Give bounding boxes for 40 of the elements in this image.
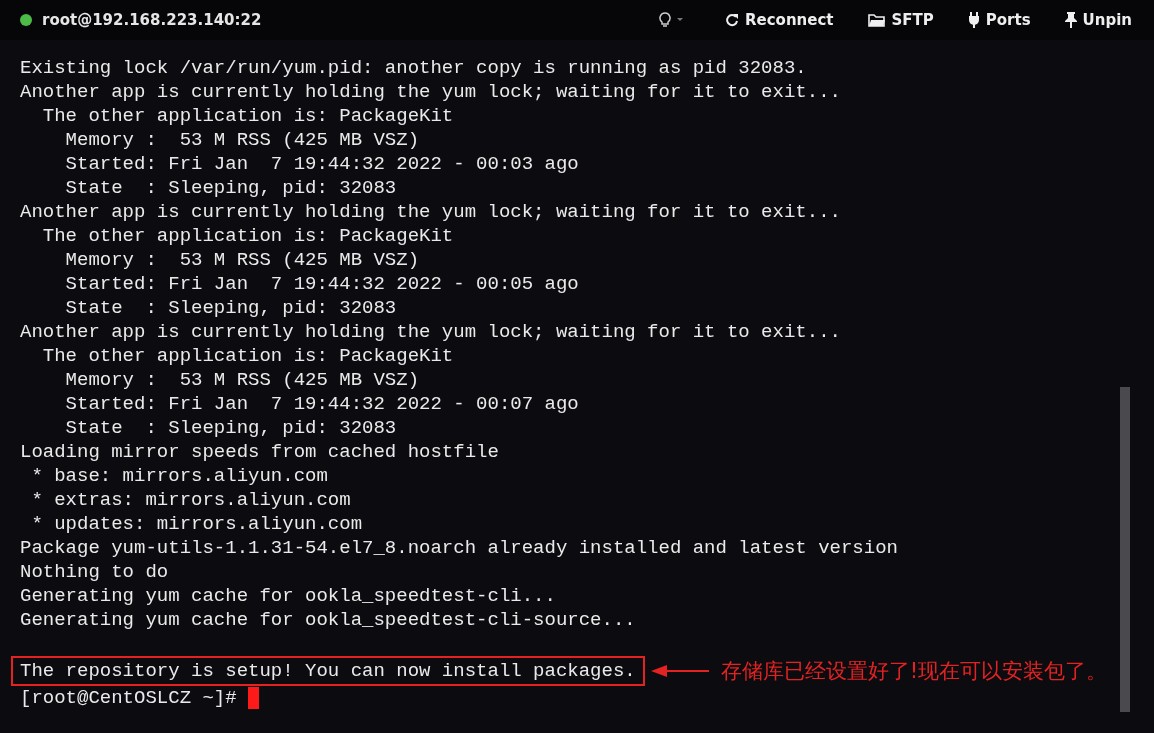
terminal-line: Started: Fri Jan 7 19:44:32 2022 - 00:07 ago: [64, 392, 580, 416]
terminal-line: Generating yum cache for ookla_speedtest-cli...: [20, 584, 557, 608]
terminal-line: The other application is: PackageKit: [41, 104, 455, 128]
refresh-icon: [725, 13, 739, 27]
arrow-icon: [650, 664, 711, 678]
shell-prompt: [root@CentOSLCZ ~]#: [20, 686, 237, 710]
hint-dropdown[interactable]: [659, 12, 685, 28]
terminal-line: Memory : 53 M RSS (425 MB VSZ): [64, 368, 421, 392]
terminal-line: Another app is currently holding the yum lock; waiting for it to exit...: [20, 320, 842, 344]
toolbar-button[interactable]: Ports: [967, 11, 1031, 29]
terminal-line: Another app is currently holding the yum lock; waiting for it to exit...: [20, 80, 842, 104]
terminal-line: Existing lock /var/run/yum.pid: another copy is running as pid 32083.: [20, 56, 808, 80]
toolbar-button[interactable]: Reconnect: [725, 11, 834, 29]
terminal-line: Loading mirror speeds from cached hostfile: [20, 440, 500, 464]
plug-icon: [967, 12, 980, 28]
terminal-line: The other application is: PackageKit: [41, 344, 455, 368]
terminal-line: Package yum-utils-1.1.31-54.el7_8.noarch already installed and latest version: [20, 536, 899, 560]
pin-icon: [1064, 12, 1077, 28]
terminal-line: Memory : 53 M RSS (425 MB VSZ): [64, 128, 421, 152]
toolbar-button[interactable]: SFTP: [867, 11, 934, 29]
annotation-text: 存储库已经设置好了!现在可以安装包了。: [720, 658, 1108, 685]
terminal-line: * extras: mirrors.aliyun.com: [30, 488, 352, 512]
terminal-line: Another app is currently holding the yum lock; waiting for it to exit...: [20, 200, 842, 224]
folder-icon: [867, 13, 886, 27]
terminal-line: State : Sleeping, pid: 32083: [64, 176, 398, 200]
terminal-line: * updates: mirrors.aliyun.com: [30, 512, 364, 536]
terminal-line: Started: Fri Jan 7 19:44:32 2022 - 00:05 ago: [64, 272, 580, 296]
terminal-line: Memory : 53 M RSS (425 MB VSZ): [64, 248, 421, 272]
terminal-line: Started: Fri Jan 7 19:44:32 2022 - 00:03 ago: [64, 152, 580, 176]
terminal-line: Generating yum cache for ookla_speedtest-cli-source...: [20, 608, 637, 632]
terminal-line: Nothing to do: [20, 560, 170, 584]
terminal-line: The other application is: PackageKit: [41, 224, 455, 248]
toolbar-button[interactable]: Unpin: [1064, 11, 1132, 29]
lightbulb-icon: [659, 12, 685, 28]
terminal-line: * base: mirrors.aliyun.com: [30, 464, 329, 488]
text-cursor: [247, 687, 259, 709]
terminal-line: State : Sleeping, pid: 32083: [64, 296, 398, 320]
scrollbar[interactable]: [1120, 387, 1130, 712]
host-title: root@192.168.223.140:22: [42, 11, 262, 29]
terminal-line: State : Sleeping, pid: 32083: [64, 416, 398, 440]
